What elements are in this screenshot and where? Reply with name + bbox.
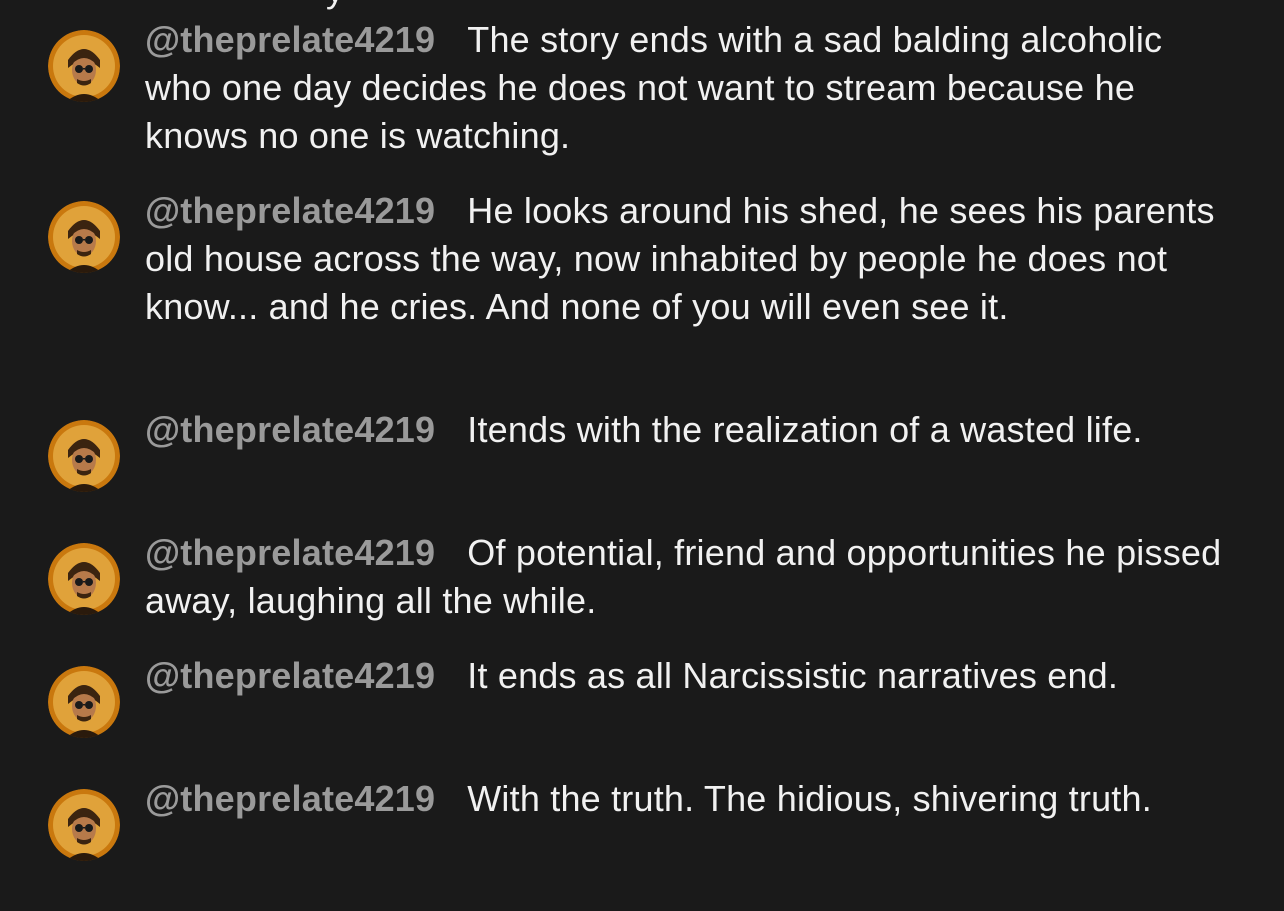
- user-avatar-icon[interactable]: [48, 201, 120, 273]
- user-avatar-icon[interactable]: [48, 666, 120, 738]
- message-text: It ends as all Narcissistic narratives e…: [467, 655, 1119, 696]
- author-name[interactable]: @theprelate4219: [145, 409, 435, 450]
- author-name[interactable]: @theprelate4219: [145, 532, 435, 573]
- author-name[interactable]: @theprelate4219: [145, 19, 435, 60]
- user-avatar-icon[interactable]: [48, 543, 120, 615]
- user-avatar-icon[interactable]: [48, 30, 120, 102]
- message-text: With the truth. The hidious, shivering t…: [467, 778, 1152, 819]
- author-name[interactable]: @theprelate4219: [145, 778, 435, 819]
- partial-previous-message: y: [326, 0, 344, 14]
- author-name[interactable]: @theprelate4219: [145, 190, 435, 231]
- message-text: Itends with the realization of a wasted …: [467, 409, 1143, 450]
- user-avatar-icon[interactable]: [48, 420, 120, 492]
- live-chat-list: y @theprelate4219The story ends with a s…: [0, 0, 1284, 911]
- author-name[interactable]: @theprelate4219: [145, 655, 435, 696]
- user-avatar-icon[interactable]: [48, 789, 120, 861]
